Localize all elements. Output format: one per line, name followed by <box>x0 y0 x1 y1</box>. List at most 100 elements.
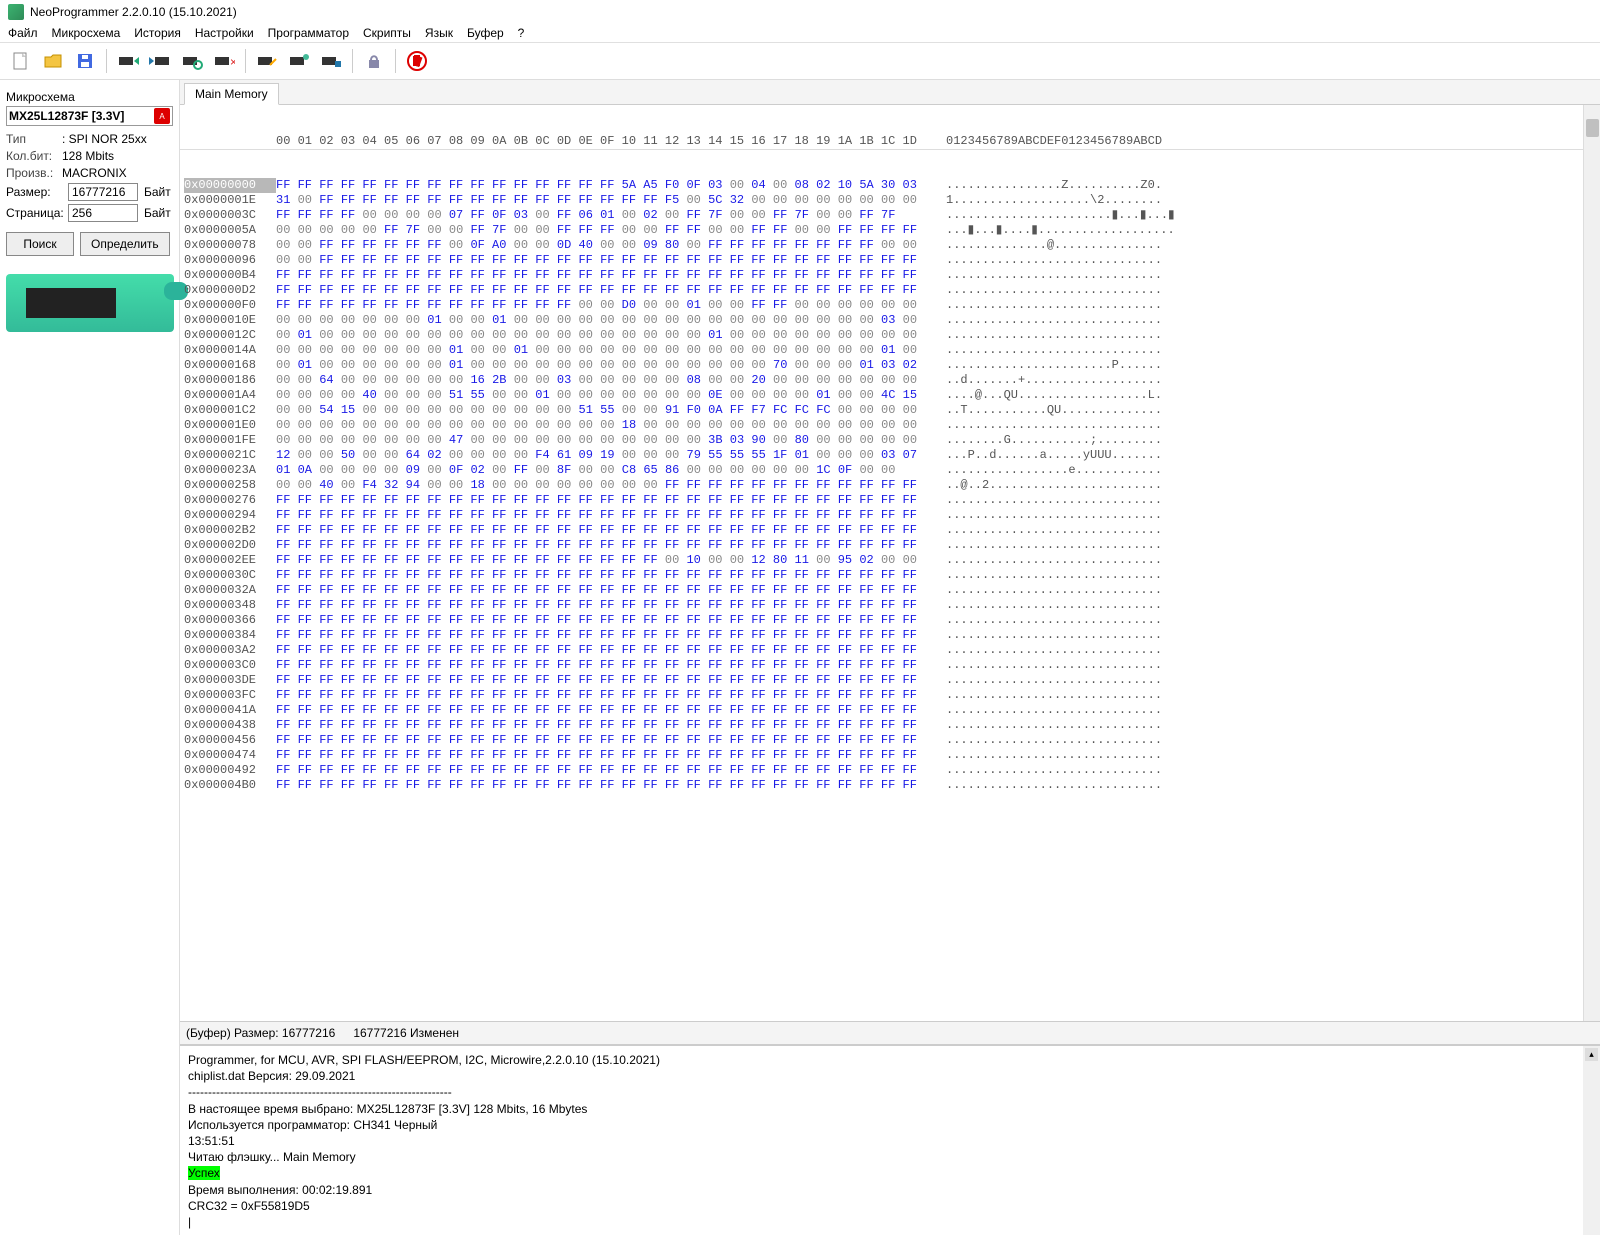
hex-row[interactable]: 0x0000032AFF FF FF FF FF FF FF FF FF FF … <box>184 583 1596 598</box>
hex-bytes[interactable]: 00 00 00 00 40 00 00 00 51 55 00 00 01 0… <box>276 388 924 403</box>
hex-bytes[interactable]: FF FF FF FF FF FF FF FF FF FF FF FF FF F… <box>276 748 924 763</box>
detect-button[interactable]: Определить <box>80 232 170 256</box>
hex-row[interactable]: 0x000000F0FF FF FF FF FF FF FF FF FF FF … <box>184 298 1596 313</box>
hex-row[interactable]: 0x00000474FF FF FF FF FF FF FF FF FF FF … <box>184 748 1596 763</box>
chip-blank-button[interactable] <box>252 47 282 75</box>
hex-row[interactable]: 0x0000023A01 0A 00 00 00 00 09 00 0F 02 … <box>184 463 1596 478</box>
hex-bytes[interactable]: FF FF FF FF FF FF FF FF FF FF FF FF FF F… <box>276 658 924 673</box>
hex-bytes[interactable]: 00 00 00 00 00 FF 7F 00 00 FF 7F 00 00 F… <box>276 223 924 238</box>
hex-row[interactable]: 0x0000005A00 00 00 00 00 FF 7F 00 00 FF … <box>184 223 1596 238</box>
hex-row[interactable]: 0x00000000FF FF FF FF FF FF FF FF FF FF … <box>184 178 1596 193</box>
hex-row[interactable]: 0x00000294FF FF FF FF FF FF FF FF FF FF … <box>184 508 1596 523</box>
hex-bytes[interactable]: FF FF FF FF FF FF FF FF FF FF FF FF FF F… <box>276 493 924 508</box>
hex-row[interactable]: 0x000002EEFF FF FF FF FF FF FF FF FF FF … <box>184 553 1596 568</box>
hex-bytes[interactable]: FF FF FF FF FF FF FF FF FF FF FF FF FF F… <box>276 673 924 688</box>
hex-row[interactable]: 0x000003A2FF FF FF FF FF FF FF FF FF FF … <box>184 643 1596 658</box>
menu-scripts[interactable]: Скрипты <box>363 26 411 40</box>
hex-row[interactable]: 0x0000003CFF FF FF FF 00 00 00 00 07 FF … <box>184 208 1596 223</box>
hex-row[interactable]: 0x000000B4FF FF FF FF FF FF FF FF FF FF … <box>184 268 1596 283</box>
hex-bytes[interactable]: FF FF FF FF FF FF FF FF FF FF FF FF FF F… <box>276 598 924 613</box>
hex-bytes[interactable]: FF FF FF FF FF FF FF FF FF FF FF FF FF F… <box>276 733 924 748</box>
hex-bytes[interactable]: FF FF FF FF FF FF FF FF FF FF FF FF FF F… <box>276 703 924 718</box>
menu-language[interactable]: Язык <box>425 26 453 40</box>
hex-row[interactable]: 0x00000492FF FF FF FF FF FF FF FF FF FF … <box>184 763 1596 778</box>
hex-row[interactable]: 0x000004B0FF FF FF FF FF FF FF FF FF FF … <box>184 778 1596 793</box>
hex-bytes[interactable]: FF FF FF FF FF FF FF FF FF FF FF FF FF F… <box>276 643 924 658</box>
page-input[interactable] <box>68 204 138 222</box>
pdf-icon[interactable]: A <box>154 108 170 124</box>
hex-row[interactable]: 0x0000007800 00 FF FF FF FF FF FF 00 0F … <box>184 238 1596 253</box>
hex-bytes[interactable]: FF FF FF FF FF FF FF FF FF FF FF FF FF F… <box>276 718 924 733</box>
hex-row[interactable]: 0x00000366FF FF FF FF FF FF FF FF FF FF … <box>184 613 1596 628</box>
hex-row[interactable]: 0x00000348FF FF FF FF FF FF FF FF FF FF … <box>184 598 1596 613</box>
save-file-button[interactable] <box>70 47 100 75</box>
tab-main-memory[interactable]: Main Memory <box>184 83 279 105</box>
lock-button[interactable] <box>359 47 389 75</box>
menu-settings[interactable]: Настройки <box>195 26 254 40</box>
hex-bytes[interactable]: 00 00 00 00 00 00 00 00 01 00 00 01 00 0… <box>276 343 924 358</box>
scrollbar-thumb[interactable] <box>1586 119 1599 137</box>
hex-bytes[interactable]: 00 01 00 00 00 00 00 00 01 00 00 00 00 0… <box>276 358 924 373</box>
hex-bytes[interactable]: 00 00 00 00 00 00 00 00 00 00 00 00 00 0… <box>276 418 924 433</box>
hex-bytes[interactable]: 12 00 00 50 00 00 64 02 00 00 00 00 F4 6… <box>276 448 924 463</box>
hex-row[interactable]: 0x0000025800 00 40 00 F4 32 94 00 00 18 … <box>184 478 1596 493</box>
menu-chip[interactable]: Микросхема <box>52 26 121 40</box>
hex-row[interactable]: 0x00000384FF FF FF FF FF FF FF FF FF FF … <box>184 628 1596 643</box>
hex-row[interactable]: 0x000001A400 00 00 00 40 00 00 00 51 55 … <box>184 388 1596 403</box>
hex-row[interactable]: 0x000000D2FF FF FF FF FF FF FF FF FF FF … <box>184 283 1596 298</box>
hex-bytes[interactable]: 00 00 54 15 00 00 00 00 00 00 00 00 00 0… <box>276 403 924 418</box>
hex-bytes[interactable]: 00 01 00 00 00 00 00 00 00 00 00 00 00 0… <box>276 328 924 343</box>
size-input[interactable] <box>68 183 138 201</box>
hex-row[interactable]: 0x0000012C00 01 00 00 00 00 00 00 00 00 … <box>184 328 1596 343</box>
hex-row[interactable]: 0x0000018600 00 64 00 00 00 00 00 00 16 … <box>184 373 1596 388</box>
hex-bytes[interactable]: FF FF FF FF FF FF FF FF FF FF FF FF FF F… <box>276 268 924 283</box>
hex-bytes[interactable]: FF FF FF FF FF FF FF FF FF FF FF FF FF F… <box>276 283 924 298</box>
menu-buffer[interactable]: Буфер <box>467 26 504 40</box>
log-panel[interactable]: Programmer, for MCU, AVR, SPI FLASH/EEPR… <box>180 1045 1600 1235</box>
hex-row[interactable]: 0x0000009600 00 FF FF FF FF FF FF FF FF … <box>184 253 1596 268</box>
open-file-button[interactable] <box>38 47 68 75</box>
hex-bytes[interactable]: 00 00 FF FF FF FF FF FF 00 0F A0 00 00 0… <box>276 238 924 253</box>
hex-row[interactable]: 0x00000438FF FF FF FF FF FF FF FF FF FF … <box>184 718 1596 733</box>
hex-viewer[interactable]: 00 01 02 03 04 05 06 07 08 09 0A 0B 0C 0… <box>180 105 1600 1021</box>
chip-action2-button[interactable] <box>316 47 346 75</box>
hex-bytes[interactable]: FF FF FF FF FF FF FF FF FF FF FF FF FF F… <box>276 523 924 538</box>
hex-row[interactable]: 0x0000014A00 00 00 00 00 00 00 00 01 00 … <box>184 343 1596 358</box>
stop-button[interactable] <box>402 47 432 75</box>
hex-row[interactable]: 0x0000021C12 00 00 50 00 00 64 02 00 00 … <box>184 448 1596 463</box>
hex-row[interactable]: 0x000001E000 00 00 00 00 00 00 00 00 00 … <box>184 418 1596 433</box>
log-scrollbar[interactable]: ▴ <box>1583 1046 1600 1235</box>
hex-row[interactable]: 0x0000041AFF FF FF FF FF FF FF FF FF FF … <box>184 703 1596 718</box>
chip-action1-button[interactable] <box>284 47 314 75</box>
menu-programmer[interactable]: Программатор <box>268 26 349 40</box>
menu-history[interactable]: История <box>134 26 181 40</box>
hex-bytes[interactable]: 00 00 FF FF FF FF FF FF FF FF FF FF FF F… <box>276 253 924 268</box>
menu-help[interactable]: ? <box>518 26 525 40</box>
menu-file[interactable]: Файл <box>8 26 38 40</box>
hex-row[interactable]: 0x0000016800 01 00 00 00 00 00 00 01 00 … <box>184 358 1596 373</box>
hex-bytes[interactable]: FF FF FF FF FF FF FF FF FF FF FF FF FF F… <box>276 298 924 313</box>
hex-bytes[interactable]: 00 00 40 00 F4 32 94 00 00 18 00 00 00 0… <box>276 478 924 493</box>
hex-row[interactable]: 0x00000276FF FF FF FF FF FF FF FF FF FF … <box>184 493 1596 508</box>
new-file-button[interactable] <box>6 47 36 75</box>
hex-row[interactable]: 0x000002D0FF FF FF FF FF FF FF FF FF FF … <box>184 538 1596 553</box>
hex-bytes[interactable]: FF FF FF FF FF FF FF FF FF FF FF FF FF F… <box>276 538 924 553</box>
chip-erase-button[interactable]: × <box>209 47 239 75</box>
hex-bytes[interactable]: 00 00 00 00 00 00 00 01 00 00 01 00 00 0… <box>276 313 924 328</box>
hex-row[interactable]: 0x0000030CFF FF FF FF FF FF FF FF FF FF … <box>184 568 1596 583</box>
hex-bytes[interactable]: 00 00 64 00 00 00 00 00 00 16 2B 00 00 0… <box>276 373 924 388</box>
vertical-scrollbar[interactable] <box>1583 105 1600 1021</box>
hex-bytes[interactable]: FF FF FF FF FF FF FF FF FF FF FF FF FF F… <box>276 178 924 193</box>
hex-bytes[interactable]: 31 00 FF FF FF FF FF FF FF FF FF FF FF F… <box>276 193 924 208</box>
hex-row[interactable]: 0x00000456FF FF FF FF FF FF FF FF FF FF … <box>184 733 1596 748</box>
hex-row[interactable]: 0x000001C200 00 54 15 00 00 00 00 00 00 … <box>184 403 1596 418</box>
hex-row[interactable]: 0x000003C0FF FF FF FF FF FF FF FF FF FF … <box>184 658 1596 673</box>
scroll-up-icon[interactable]: ▴ <box>1585 1048 1598 1061</box>
hex-row[interactable]: 0x0000001E31 00 FF FF FF FF FF FF FF FF … <box>184 193 1596 208</box>
chip-verify-button[interactable] <box>177 47 207 75</box>
hex-bytes[interactable]: FF FF FF FF FF FF FF FF FF FF FF FF FF F… <box>276 778 924 793</box>
hex-row[interactable]: 0x000001FE00 00 00 00 00 00 00 00 47 00 … <box>184 433 1596 448</box>
hex-row[interactable]: 0x000002B2FF FF FF FF FF FF FF FF FF FF … <box>184 523 1596 538</box>
hex-bytes[interactable]: FF FF FF FF FF FF FF FF FF FF FF FF FF F… <box>276 553 924 568</box>
hex-bytes[interactable]: FF FF FF FF FF FF FF FF FF FF FF FF FF F… <box>276 508 924 523</box>
